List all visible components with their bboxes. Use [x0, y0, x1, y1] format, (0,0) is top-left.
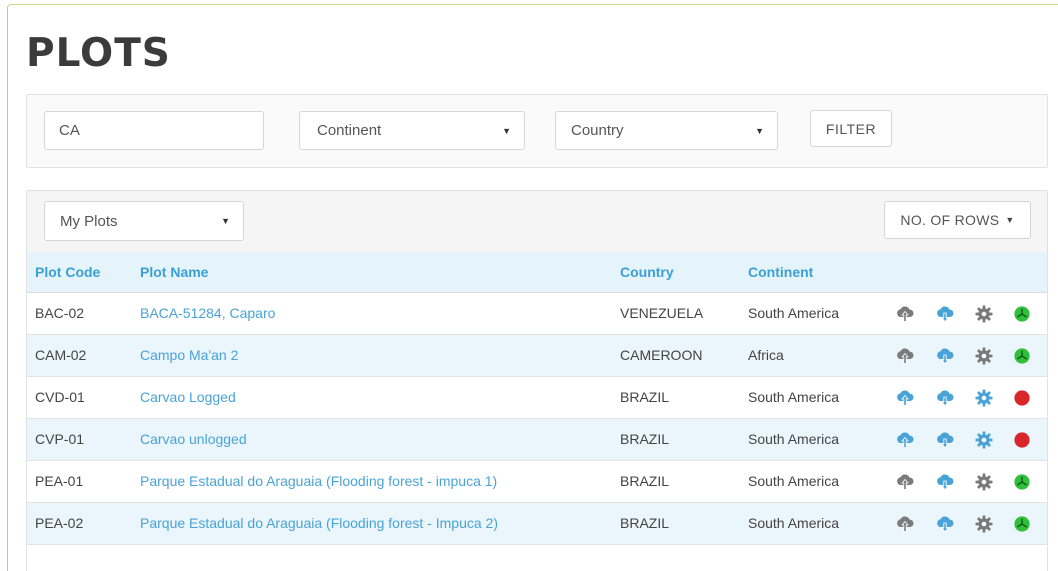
gear-icon[interactable]	[974, 388, 994, 408]
continent-cell: South America	[748, 389, 840, 405]
status-error-icon	[1012, 388, 1032, 408]
continent-cell: Africa	[748, 347, 784, 363]
continent-cell: South America	[748, 305, 840, 321]
column-header-plot-code[interactable]: Plot Code	[35, 264, 100, 280]
table-row: CAM-02 Campo Ma'an 2 CAMEROON Africa	[27, 335, 1047, 377]
table-toolbar: My Plots ▼ NO. OF ROWS ▼	[27, 191, 1047, 252]
plot-search-input[interactable]	[44, 111, 264, 150]
country-cell: BRAZIL	[620, 515, 670, 531]
column-header-continent[interactable]: Continent	[748, 264, 813, 280]
status-ok-icon	[1012, 346, 1032, 366]
filter-button[interactable]: FILTER	[810, 110, 892, 147]
continent-cell: South America	[748, 431, 840, 447]
continent-cell: South America	[748, 515, 840, 531]
plot-name-link[interactable]: Carvao unlogged	[140, 431, 247, 447]
plot-code-cell: PEA-02	[35, 515, 84, 531]
column-header-country[interactable]: Country	[620, 264, 674, 280]
table-row: PEA-02 Parque Estadual do Araguaia (Flood…	[27, 503, 1047, 545]
cloud-upload-icon[interactable]	[895, 472, 915, 492]
caret-down-icon: ▼	[221, 216, 230, 226]
plot-code-cell: BAC-02	[35, 305, 85, 321]
gear-icon[interactable]	[974, 346, 994, 366]
cloud-download-icon[interactable]	[935, 472, 955, 492]
rows-per-page-button[interactable]: NO. OF ROWS ▼	[884, 201, 1031, 239]
cloud-upload-icon[interactable]	[895, 430, 915, 450]
cloud-download-icon[interactable]	[935, 304, 955, 324]
cloud-upload-icon[interactable]	[895, 304, 915, 324]
cloud-upload-icon[interactable]	[895, 388, 915, 408]
country-cell: BRAZIL	[620, 473, 670, 489]
column-header-plot-name[interactable]: Plot Name	[140, 264, 208, 280]
plots-table-panel: My Plots ▼ NO. OF ROWS ▼ Plot Code Plot …	[26, 190, 1048, 571]
gear-icon[interactable]	[974, 472, 994, 492]
status-ok-icon	[1012, 304, 1032, 324]
caret-down-icon: ▼	[1005, 215, 1015, 225]
country-cell: BRAZIL	[620, 389, 670, 405]
continent-select-label: Continent	[317, 122, 382, 139]
plot-code-cell: CAM-02	[35, 347, 87, 363]
cloud-download-icon[interactable]	[935, 514, 955, 534]
plot-name-link[interactable]: Campo Ma'an 2	[140, 347, 238, 363]
table-row: PEA-01 Parque Estadual do Araguaia (Flood…	[27, 461, 1047, 503]
plot-scope-select[interactable]: My Plots ▼	[44, 201, 244, 241]
plot-name-link[interactable]: Parque Estadual do Araguaia (Flooding fo…	[140, 473, 497, 489]
country-select-label: Country	[571, 122, 624, 139]
plot-name-link[interactable]: BACA-51284, Caparo	[140, 305, 275, 321]
plot-scope-label: My Plots	[60, 212, 118, 230]
cloud-upload-icon[interactable]	[895, 346, 915, 366]
plot-code-cell: PEA-01	[35, 473, 84, 489]
filter-panel: Continent ▼ Country ▼ FILTER	[26, 94, 1048, 168]
gear-icon[interactable]	[974, 430, 994, 450]
cloud-download-icon[interactable]	[935, 346, 955, 366]
cloud-upload-icon[interactable]	[895, 514, 915, 534]
caret-down-icon: ▼	[755, 125, 764, 136]
table-row: CVD-01 Carvao Logged BRAZIL South America	[27, 377, 1047, 419]
continent-cell: South America	[748, 473, 840, 489]
plot-code-cell: CVP-01	[35, 431, 85, 447]
rows-per-page-label: NO. OF ROWS	[900, 212, 1000, 228]
table-row: CVP-01 Carvao unlogged BRAZIL South America	[27, 419, 1047, 461]
status-ok-icon	[1012, 472, 1032, 492]
table-row: BAC-02 BACA-51284, Caparo VENEZUELA South A…	[27, 293, 1047, 335]
plot-code-cell: CVD-01	[35, 389, 85, 405]
plot-name-link[interactable]: Carvao Logged	[140, 389, 236, 405]
plot-name-link[interactable]: Parque Estadual do Araguaia (Flooding fo…	[140, 515, 498, 531]
country-cell: CAMEROON	[620, 347, 703, 363]
gear-icon[interactable]	[974, 304, 994, 324]
table-header: Plot Code Plot Name Country Continent	[27, 252, 1047, 293]
status-error-icon	[1012, 430, 1032, 450]
continent-select[interactable]: Continent ▼	[299, 111, 525, 150]
cloud-download-icon[interactable]	[935, 388, 955, 408]
page-title: PLOTS	[26, 31, 171, 76]
country-cell: VENEZUELA	[620, 305, 704, 321]
country-select[interactable]: Country ▼	[555, 111, 778, 150]
gear-icon[interactable]	[974, 514, 994, 534]
caret-down-icon: ▼	[502, 125, 511, 136]
cloud-download-icon[interactable]	[935, 430, 955, 450]
status-ok-icon	[1012, 514, 1032, 534]
country-cell: BRAZIL	[620, 431, 670, 447]
